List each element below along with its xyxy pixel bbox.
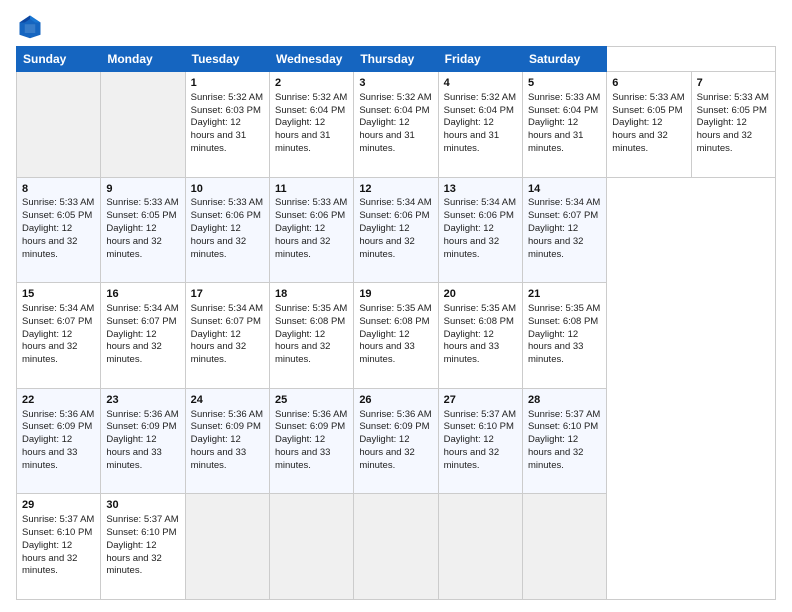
calendar-day-cell: 1Sunrise: 5:32 AMSunset: 6:03 PMDaylight… [185, 72, 269, 178]
calendar-week-row: 8Sunrise: 5:33 AMSunset: 6:05 PMDaylight… [17, 177, 776, 283]
day-number: 24 [191, 393, 264, 408]
day-number: 18 [275, 287, 348, 302]
day-number: 3 [359, 76, 432, 91]
day-number: 25 [275, 393, 348, 408]
calendar-empty-cell [354, 494, 438, 600]
calendar-day-cell: 17Sunrise: 5:34 AMSunset: 6:07 PMDayligh… [185, 283, 269, 389]
calendar-weekday-friday: Friday [438, 47, 522, 72]
calendar-day-cell: 30Sunrise: 5:37 AMSunset: 6:10 PMDayligh… [101, 494, 185, 600]
day-number: 11 [275, 182, 348, 197]
calendar-weekday-monday: Monday [101, 47, 185, 72]
day-number: 14 [528, 182, 601, 197]
calendar-weekday-wednesday: Wednesday [269, 47, 353, 72]
calendar-empty-cell [522, 494, 606, 600]
day-number: 12 [359, 182, 432, 197]
calendar-weekday-sunday: Sunday [17, 47, 101, 72]
calendar-day-cell: 13Sunrise: 5:34 AMSunset: 6:06 PMDayligh… [438, 177, 522, 283]
calendar-day-cell: 26Sunrise: 5:36 AMSunset: 6:09 PMDayligh… [354, 388, 438, 494]
day-number: 30 [106, 498, 179, 513]
logo [16, 12, 48, 40]
day-number: 22 [22, 393, 95, 408]
calendar-week-row: 15Sunrise: 5:34 AMSunset: 6:07 PMDayligh… [17, 283, 776, 389]
day-number: 15 [22, 287, 95, 302]
day-number: 23 [106, 393, 179, 408]
day-number: 27 [444, 393, 517, 408]
calendar-day-cell: 20Sunrise: 5:35 AMSunset: 6:08 PMDayligh… [438, 283, 522, 389]
day-number: 13 [444, 182, 517, 197]
calendar-weekday-thursday: Thursday [354, 47, 438, 72]
calendar-day-cell: 15Sunrise: 5:34 AMSunset: 6:07 PMDayligh… [17, 283, 101, 389]
day-number: 4 [444, 76, 517, 91]
calendar-day-cell: 28Sunrise: 5:37 AMSunset: 6:10 PMDayligh… [522, 388, 606, 494]
calendar-day-cell: 10Sunrise: 5:33 AMSunset: 6:06 PMDayligh… [185, 177, 269, 283]
calendar-day-cell: 16Sunrise: 5:34 AMSunset: 6:07 PMDayligh… [101, 283, 185, 389]
day-number: 1 [191, 76, 264, 91]
calendar-day-cell: 6Sunrise: 5:33 AMSunset: 6:05 PMDaylight… [607, 72, 691, 178]
day-number: 5 [528, 76, 601, 91]
day-number: 7 [697, 76, 770, 91]
calendar-day-cell: 18Sunrise: 5:35 AMSunset: 6:08 PMDayligh… [269, 283, 353, 389]
calendar-empty-cell [269, 494, 353, 600]
calendar-day-cell: 29Sunrise: 5:37 AMSunset: 6:10 PMDayligh… [17, 494, 101, 600]
calendar-day-cell: 25Sunrise: 5:36 AMSunset: 6:09 PMDayligh… [269, 388, 353, 494]
day-number: 19 [359, 287, 432, 302]
calendar-day-cell: 11Sunrise: 5:33 AMSunset: 6:06 PMDayligh… [269, 177, 353, 283]
calendar-week-row: 22Sunrise: 5:36 AMSunset: 6:09 PMDayligh… [17, 388, 776, 494]
day-number: 2 [275, 76, 348, 91]
day-number: 28 [528, 393, 601, 408]
calendar-day-cell: 22Sunrise: 5:36 AMSunset: 6:09 PMDayligh… [17, 388, 101, 494]
calendar-day-cell: 24Sunrise: 5:36 AMSunset: 6:09 PMDayligh… [185, 388, 269, 494]
calendar-day-cell: 2Sunrise: 5:32 AMSunset: 6:04 PMDaylight… [269, 72, 353, 178]
calendar-day-cell: 3Sunrise: 5:32 AMSunset: 6:04 PMDaylight… [354, 72, 438, 178]
page: SundayMondayTuesdayWednesdayThursdayFrid… [0, 0, 792, 612]
calendar-weekday-saturday: Saturday [522, 47, 606, 72]
calendar-empty-cell [185, 494, 269, 600]
logo-icon [16, 12, 44, 40]
header [16, 12, 776, 40]
calendar-week-row: 29Sunrise: 5:37 AMSunset: 6:10 PMDayligh… [17, 494, 776, 600]
calendar-day-cell: 7Sunrise: 5:33 AMSunset: 6:05 PMDaylight… [691, 72, 775, 178]
day-number: 26 [359, 393, 432, 408]
calendar-empty-cell [17, 72, 101, 178]
day-number: 16 [106, 287, 179, 302]
day-number: 10 [191, 182, 264, 197]
calendar-empty-cell [438, 494, 522, 600]
calendar-weekday-tuesday: Tuesday [185, 47, 269, 72]
calendar-day-cell: 21Sunrise: 5:35 AMSunset: 6:08 PMDayligh… [522, 283, 606, 389]
calendar-day-cell: 14Sunrise: 5:34 AMSunset: 6:07 PMDayligh… [522, 177, 606, 283]
day-number: 21 [528, 287, 601, 302]
day-number: 20 [444, 287, 517, 302]
day-number: 17 [191, 287, 264, 302]
calendar-week-row: 1Sunrise: 5:32 AMSunset: 6:03 PMDaylight… [17, 72, 776, 178]
day-number: 6 [612, 76, 685, 91]
calendar-day-cell: 8Sunrise: 5:33 AMSunset: 6:05 PMDaylight… [17, 177, 101, 283]
day-number: 9 [106, 182, 179, 197]
calendar-table: SundayMondayTuesdayWednesdayThursdayFrid… [16, 46, 776, 600]
day-number: 29 [22, 498, 95, 513]
day-number: 8 [22, 182, 95, 197]
calendar-day-cell: 12Sunrise: 5:34 AMSunset: 6:06 PMDayligh… [354, 177, 438, 283]
calendar-day-cell: 23Sunrise: 5:36 AMSunset: 6:09 PMDayligh… [101, 388, 185, 494]
calendar-day-cell: 9Sunrise: 5:33 AMSunset: 6:05 PMDaylight… [101, 177, 185, 283]
calendar-day-cell: 19Sunrise: 5:35 AMSunset: 6:08 PMDayligh… [354, 283, 438, 389]
calendar-day-cell: 5Sunrise: 5:33 AMSunset: 6:04 PMDaylight… [522, 72, 606, 178]
calendar-day-cell: 4Sunrise: 5:32 AMSunset: 6:04 PMDaylight… [438, 72, 522, 178]
calendar-empty-cell [101, 72, 185, 178]
calendar-header-row: SundayMondayTuesdayWednesdayThursdayFrid… [17, 47, 776, 72]
calendar-day-cell: 27Sunrise: 5:37 AMSunset: 6:10 PMDayligh… [438, 388, 522, 494]
